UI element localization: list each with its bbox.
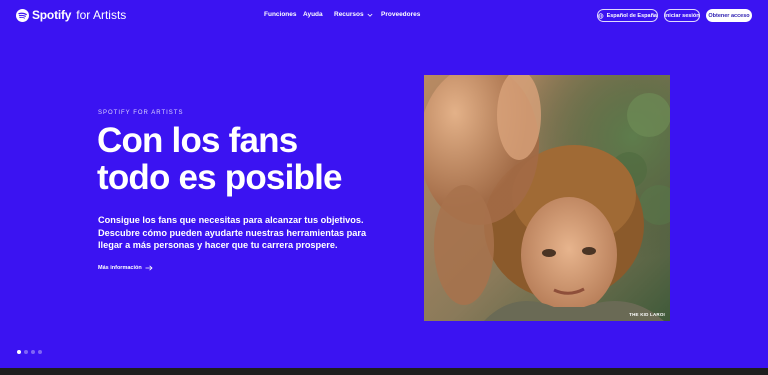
logo-word: Spotify (32, 8, 72, 22)
arrow-right-icon (145, 265, 153, 271)
hero-artist-photo: THE KID LAROI (424, 75, 670, 321)
pager-dot-1[interactable] (17, 350, 21, 354)
logo-sub: for Artists (76, 8, 127, 22)
globe-icon (598, 12, 604, 19)
more-info-link[interactable]: Más información (98, 265, 153, 271)
pager-dot-2[interactable] (24, 350, 28, 354)
top-nav: Spotify for Artists Funciones Ayuda Recu… (0, 0, 768, 30)
spotify-for-artists-logo[interactable]: Spotify for Artists (16, 8, 126, 22)
pager-dot-4[interactable] (38, 350, 42, 354)
main-nav: Funciones Ayuda Recursos Proveedores (264, 11, 420, 18)
get-access-button[interactable]: Obtener acceso (706, 9, 752, 22)
spotify-logo-icon (16, 8, 29, 22)
login-button[interactable]: Iniciar sesión (664, 9, 700, 22)
photo-caption: THE KID LAROI (629, 312, 665, 317)
hero-title: Con los fans todo es posible (97, 122, 397, 196)
language-button[interactable]: Español de España (597, 9, 658, 22)
pager-dot-3[interactable] (31, 350, 35, 354)
bottom-strip (0, 368, 768, 375)
carousel-pager (17, 350, 42, 354)
page: Spotify for Artists Funciones Ayuda Recu… (0, 0, 768, 375)
hero-eyebrow: SPOTIFY FOR ARTISTS (98, 110, 184, 116)
nav-recursos-label: Recursos (334, 11, 364, 18)
nav-ayuda[interactable]: Ayuda (303, 11, 334, 18)
chevron-down-icon (367, 13, 373, 17)
nav-proveedores[interactable]: Proveedores (381, 11, 420, 18)
hero-title-line-2: todo es posible (97, 158, 343, 197)
nav-recursos[interactable]: Recursos (334, 11, 381, 18)
nav-funciones[interactable]: Funciones (264, 11, 303, 18)
language-label: Español de España (606, 12, 657, 19)
more-info-label: Más información (98, 265, 142, 271)
hero-title-line-1: Con los fans (97, 121, 298, 160)
hero-description: Consigue los fans que necesitas para alc… (98, 215, 367, 250)
